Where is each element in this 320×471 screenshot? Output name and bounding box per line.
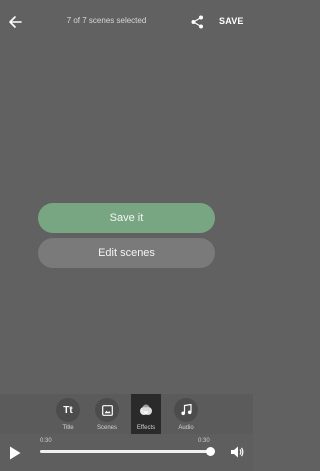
tab-title[interactable]: Tt Title <box>53 394 83 434</box>
tab-scenes-label: Scenes <box>96 425 117 431</box>
volume-icon[interactable] <box>230 445 244 459</box>
seek-bar-handle[interactable] <box>206 447 215 456</box>
music-note-icon <box>174 398 198 422</box>
tab-title-label: Title <box>62 425 74 431</box>
selection-title: 7 of 7 scenes selected <box>66 16 147 25</box>
top-bar: 7 of 7 scenes selected SAVE <box>0 0 253 44</box>
tab-effects-label: Effects <box>136 425 156 431</box>
tab-audio[interactable]: Audio <box>171 394 201 434</box>
save-it-button[interactable]: Save it <box>38 203 215 233</box>
current-time: 0:30 <box>40 438 52 444</box>
title-icon: Tt <box>56 398 80 422</box>
seek-bar[interactable] <box>40 447 215 456</box>
editor-toolbar: Tt Title Scenes Effects Audio <box>0 394 253 434</box>
tab-scenes[interactable]: Scenes <box>92 394 122 434</box>
total-time: 0:30 <box>198 438 210 444</box>
edit-scenes-button[interactable]: Edit scenes <box>38 238 215 268</box>
tab-effects[interactable]: Effects <box>131 394 161 434</box>
tab-audio-label: Audio <box>178 425 194 431</box>
image-icon <box>95 398 119 422</box>
share-button[interactable] <box>189 13 205 31</box>
seek-bar-progress <box>40 450 210 453</box>
play-icon[interactable] <box>9 446 21 460</box>
share-icon <box>191 15 203 29</box>
save-button[interactable]: SAVE <box>219 16 244 26</box>
effects-icon <box>134 398 158 422</box>
playback-bar: 0:30 0:30 <box>0 434 253 471</box>
